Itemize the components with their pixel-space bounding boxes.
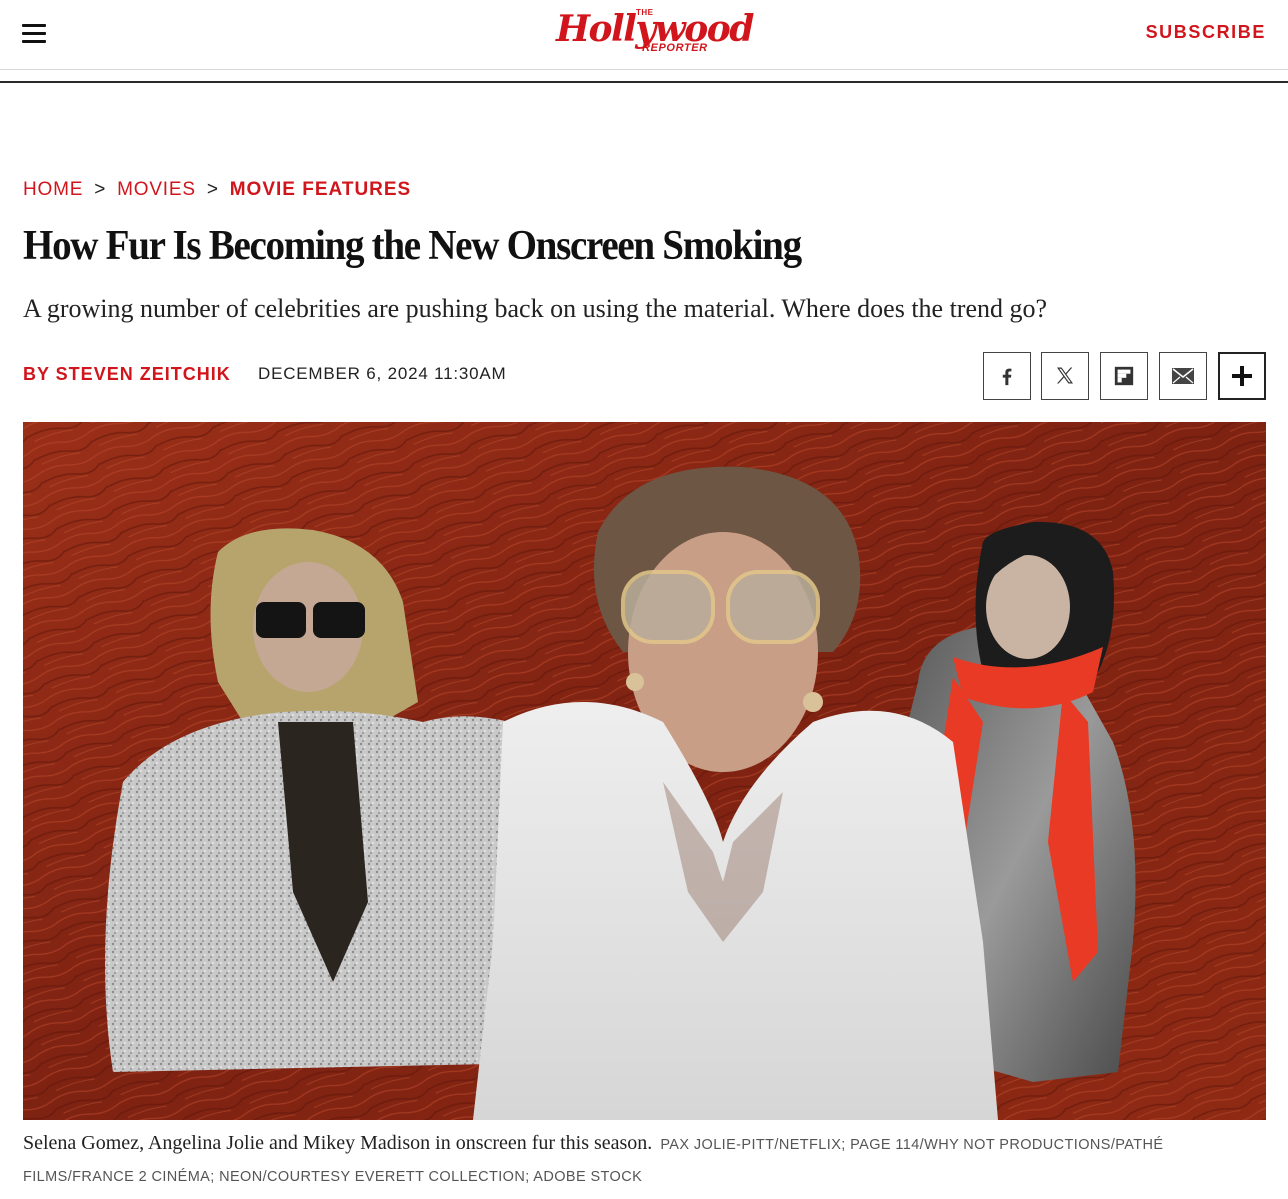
hero-illustration bbox=[23, 422, 1266, 1120]
breadcrumb-separator: > bbox=[94, 179, 107, 200]
subscribe-button[interactable]: SUBSCRIBE bbox=[1146, 22, 1266, 43]
caption-text: Selena Gomez, Angelina Jolie and Mikey M… bbox=[23, 1132, 653, 1154]
header-divider bbox=[0, 81, 1288, 83]
share-x-button[interactable] bbox=[1041, 352, 1089, 400]
article-headline: How Fur Is Becoming the New Onscreen Smo… bbox=[23, 223, 802, 269]
logo-the: THE bbox=[636, 8, 654, 17]
article-dek: A growing number of celebrities are push… bbox=[23, 294, 1048, 323]
author-byline-link[interactable]: BY STEVEN ZEITCHIK bbox=[23, 364, 231, 385]
x-icon bbox=[1057, 367, 1073, 384]
breadcrumb-home-link[interactable]: HOME bbox=[23, 179, 83, 200]
share-email-button[interactable] bbox=[1159, 352, 1207, 400]
facebook-icon bbox=[1002, 368, 1012, 386]
breadcrumb: HOME > MOVIES > MOVIE FEATURES bbox=[23, 179, 411, 201]
publish-date: DECEMBER 6, 2024 11:30AM bbox=[258, 364, 507, 383]
breadcrumb-movie-features-link[interactable]: MOVIE FEATURES bbox=[230, 179, 412, 200]
site-header: Hollywood THE REPORTER SUBSCRIBE bbox=[0, 0, 1288, 70]
hamburger-menu-icon[interactable] bbox=[22, 24, 46, 44]
share-flipboard-button[interactable] bbox=[1100, 352, 1148, 400]
breadcrumb-movies-link[interactable]: MOVIES bbox=[117, 179, 196, 200]
image-caption: Selena Gomez, Angelina Jolie and Mikey M… bbox=[23, 1128, 1266, 1193]
flipboard-icon bbox=[1114, 366, 1134, 386]
hero-image bbox=[23, 422, 1266, 1120]
email-icon bbox=[1172, 368, 1194, 384]
share-more-button[interactable] bbox=[1218, 352, 1266, 400]
site-logo[interactable]: Hollywood THE REPORTER bbox=[556, 6, 754, 62]
breadcrumb-separator: > bbox=[206, 179, 219, 200]
plus-icon bbox=[1232, 366, 1252, 386]
share-facebook-button[interactable] bbox=[983, 352, 1031, 400]
logo-reporter: REPORTER bbox=[642, 42, 708, 54]
